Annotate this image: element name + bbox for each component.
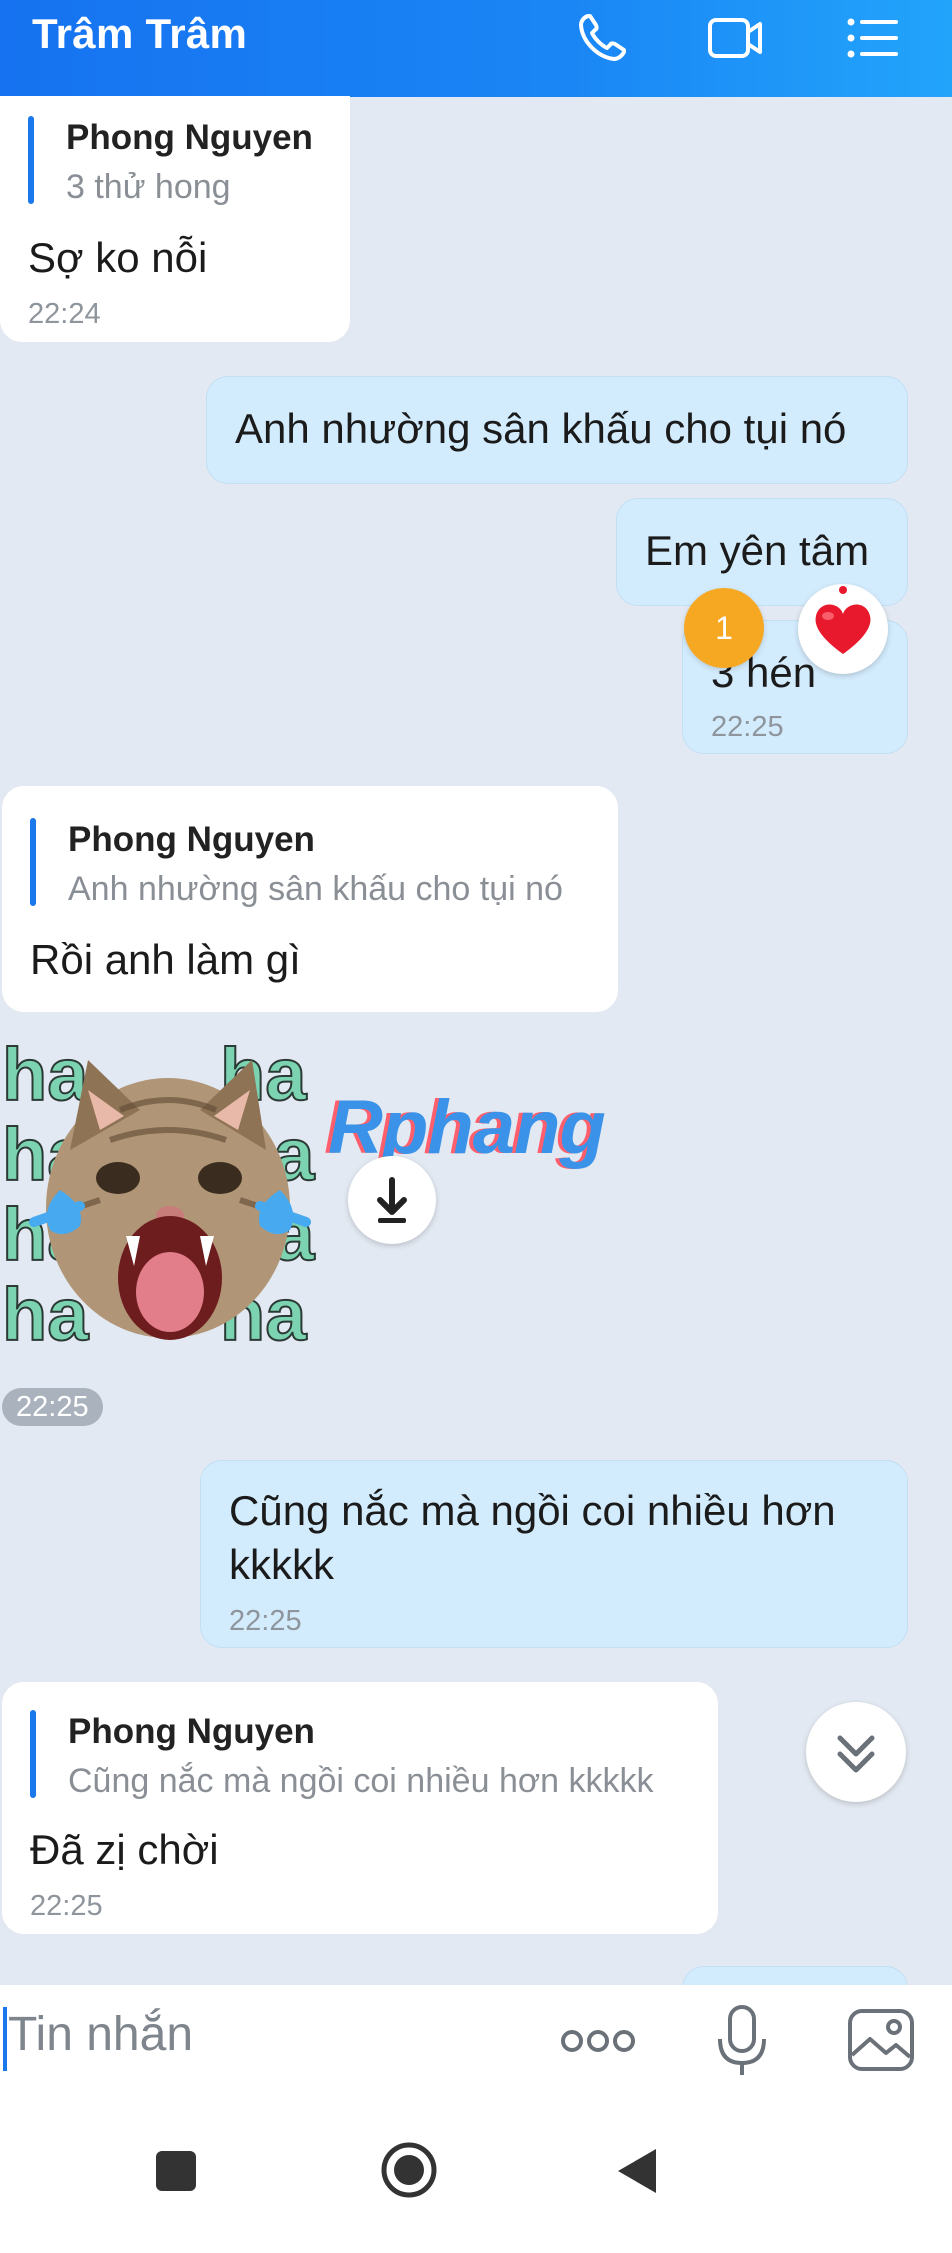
more-icon bbox=[561, 2030, 635, 2052]
message-text: Rồi anh làm gì bbox=[30, 936, 301, 983]
quote-author: Phong Nguyen bbox=[68, 820, 315, 859]
scroll-to-bottom-button[interactable] bbox=[806, 1702, 906, 1802]
quote-text: Cũng nắc mà ngồi coi nhiều hơn kkkkk bbox=[68, 1762, 654, 1800]
sticker-message[interactable]: haha haha haha haha Rphang bbox=[0, 1030, 606, 1360]
quote-text: Anh nhường sân khấu cho tụi nó bbox=[68, 870, 563, 908]
message-time: 22:25 bbox=[229, 1605, 302, 1637]
image-button[interactable] bbox=[846, 2005, 916, 2075]
system-nav-bar bbox=[0, 2097, 952, 2253]
message-text: Sợ ko nỗi bbox=[28, 234, 208, 281]
more-button[interactable] bbox=[560, 2013, 636, 2069]
quote-author: Phong Nguyen bbox=[66, 118, 313, 157]
quote-text: 3 thử hong bbox=[66, 168, 231, 206]
message-text: Anh nhường sân khấu cho tụi nó bbox=[235, 405, 847, 452]
message-text: Đã zị chời bbox=[30, 1826, 219, 1873]
chat-title[interactable]: Trâm Trâm bbox=[32, 10, 247, 58]
microphone-icon bbox=[718, 2005, 766, 2075]
quote-bar bbox=[30, 818, 36, 906]
scroll-down-icon bbox=[837, 1735, 875, 1773]
message-input-bar: Tin nhắn bbox=[0, 1985, 952, 2097]
message-received[interactable]: Phong Nguyen 3 thử hong Sợ ko nỗi 22:24 bbox=[0, 96, 350, 342]
download-button[interactable] bbox=[348, 1156, 436, 1244]
message-time: 22:24 bbox=[28, 298, 101, 330]
quote-bar bbox=[28, 116, 34, 204]
message-text-line1: Cũng nắc mà ngồi coi nhiều hơn bbox=[229, 1487, 836, 1534]
chat-header: Trâm Trâm bbox=[0, 0, 952, 97]
image-icon bbox=[848, 2009, 914, 2071]
message-received[interactable]: Phong Nguyen Cũng nắc mà ngồi coi nhiều … bbox=[2, 1682, 718, 1934]
phone-icon[interactable] bbox=[572, 8, 632, 68]
message-received[interactable]: Phong Nguyen Anh nhường sân khấu cho tụi… bbox=[2, 786, 618, 1012]
back-icon bbox=[618, 2149, 656, 2193]
home-button[interactable] bbox=[378, 2139, 440, 2201]
message-input[interactable]: Tin nhắn bbox=[8, 2007, 193, 2062]
message-text: Em yên tâm bbox=[645, 527, 870, 574]
sticker-time: 22:25 bbox=[2, 1388, 103, 1426]
menu-list-icon[interactable] bbox=[843, 8, 903, 68]
laughing-cat-sticker: haha haha haha haha bbox=[1, 1032, 316, 1357]
recent-apps-button[interactable] bbox=[150, 2145, 202, 2197]
voice-button[interactable] bbox=[712, 2003, 772, 2079]
message-sent[interactable]: Cũng nắc mà ngồi coi nhiều hơn kkkkk 22:… bbox=[200, 1460, 908, 1648]
video-call-icon[interactable] bbox=[706, 8, 766, 68]
message-time: 22:25 bbox=[711, 711, 784, 743]
recent-apps-icon bbox=[156, 2151, 196, 2191]
text-cursor bbox=[3, 2007, 7, 2071]
quote-bar bbox=[30, 1710, 36, 1798]
reaction-count-badge[interactable]: 1 bbox=[684, 588, 764, 668]
download-icon bbox=[377, 1177, 407, 1223]
home-icon bbox=[381, 2142, 437, 2198]
message-text-line2: kkkkk bbox=[229, 1541, 334, 1588]
heart-reaction[interactable] bbox=[798, 584, 888, 674]
svg-text:ha: ha bbox=[2, 1033, 89, 1116]
quote-author: Phong Nguyen bbox=[68, 1712, 315, 1751]
heart-icon bbox=[815, 586, 871, 654]
message-sent[interactable]: Anh nhường sân khấu cho tụi nó bbox=[206, 376, 908, 484]
message-time: 22:25 bbox=[30, 1890, 103, 1922]
back-button[interactable] bbox=[612, 2143, 664, 2199]
